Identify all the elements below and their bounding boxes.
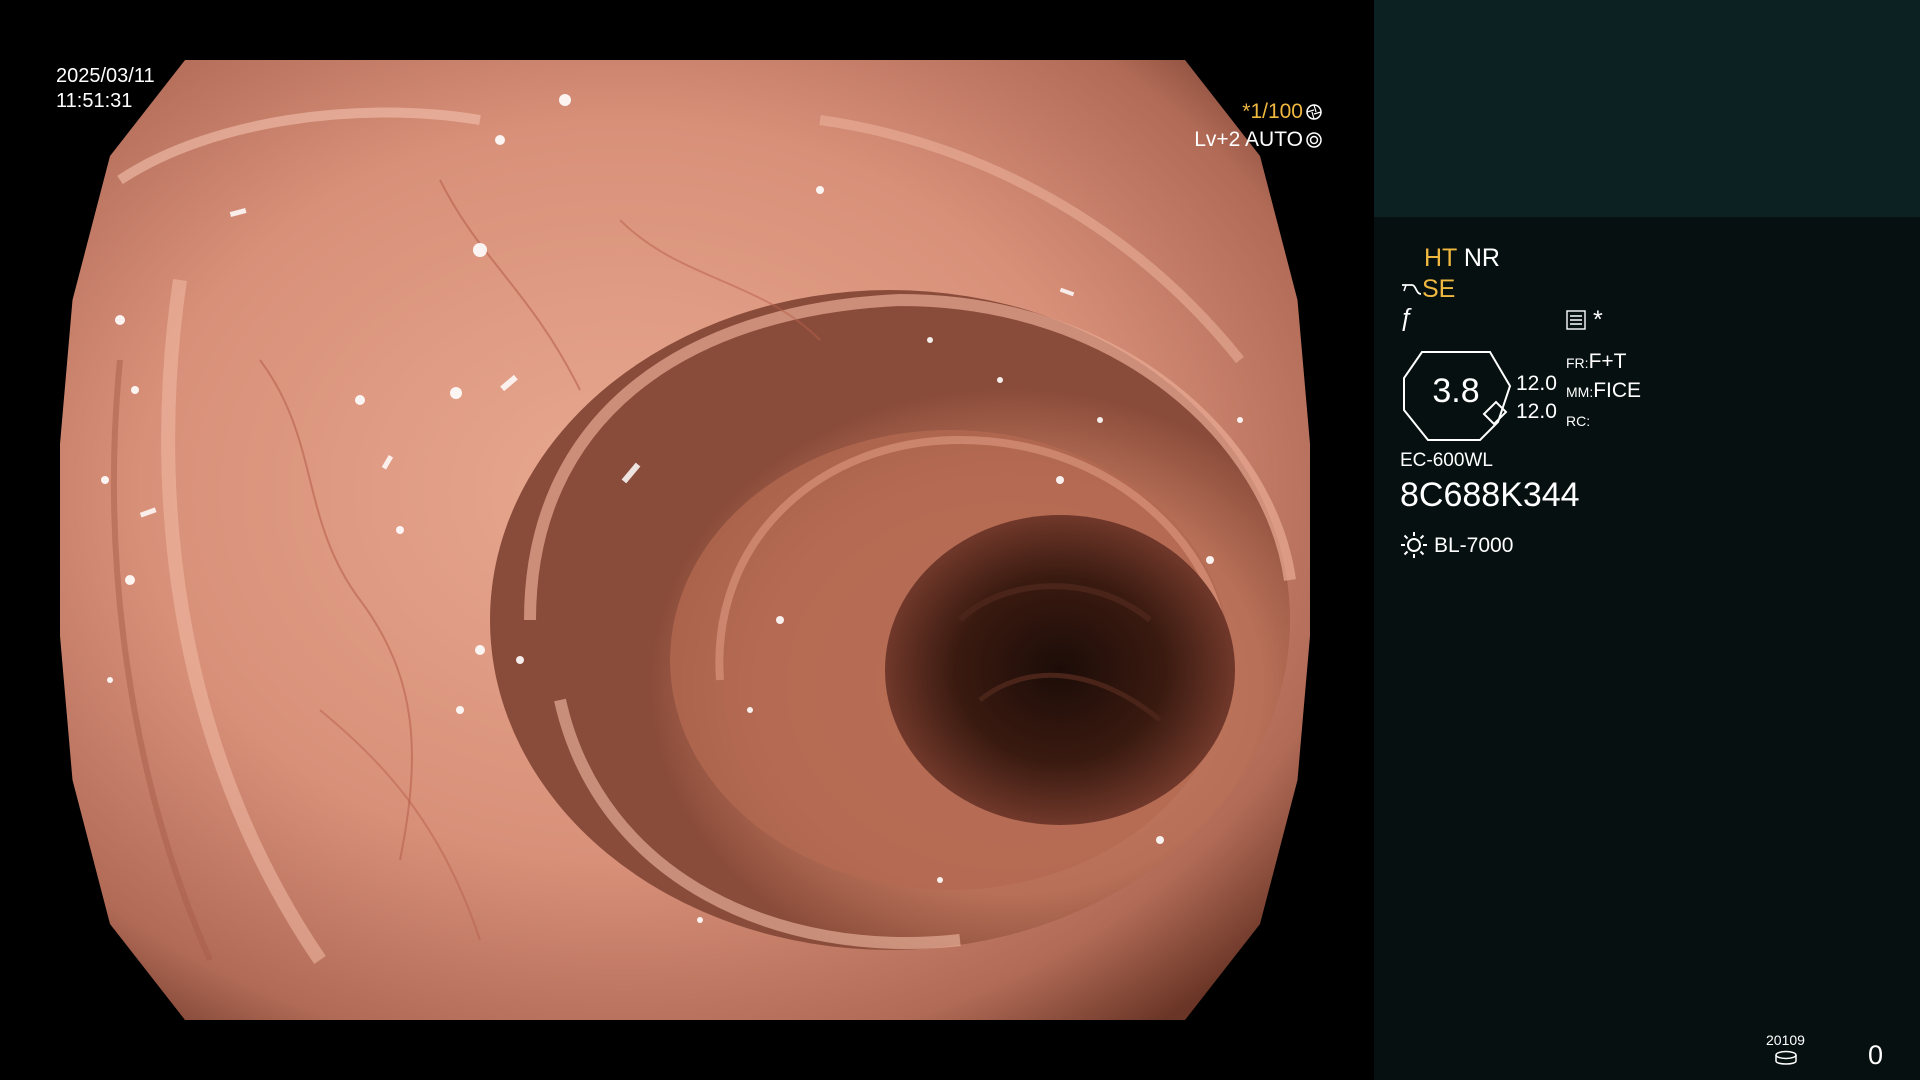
counter-label: 20109 [1766, 1032, 1805, 1048]
scope-curve-icon [1402, 284, 1422, 295]
disk-icon [1775, 1050, 1797, 1065]
f-label: ƒ [1400, 304, 1414, 332]
level-top: 12.0 [1516, 372, 1557, 395]
iris-text: Lv+2 AUTO [1194, 128, 1303, 151]
star-label: * [1592, 306, 1603, 334]
exposure-indicators: *1/100 Lv+2 AUTO [1180, 98, 1322, 154]
mm-label: MM: [1566, 384, 1594, 400]
scope-serial: 8C688K344 [1400, 476, 1580, 514]
level-values: 12.0 12.0 [1516, 370, 1557, 426]
menu-list-icon [1566, 310, 1586, 330]
fr-label: FR: [1566, 355, 1589, 371]
time-text: 11:51:31 [56, 90, 133, 112]
se-label: SE [1422, 275, 1456, 303]
iris-indicator: Lv+2 AUTO [1180, 126, 1322, 154]
shutter-indicator: *1/100 [1180, 98, 1322, 126]
iris-icon [1306, 132, 1322, 148]
level-bottom: 12.0 [1516, 400, 1557, 423]
datetime-overlay: 2025/03/11 11:51:31 [56, 64, 155, 114]
ht-nr-row: HT NR [1424, 244, 1500, 273]
shutter-icon [1306, 104, 1322, 120]
light-source-label: BL-7000 [1434, 534, 1514, 557]
endoscope-screen: 2025/03/11 11:51:31 *1/100 Lv+2 AUTO HT … [0, 0, 1920, 1080]
counter-value: 0 [1868, 1040, 1884, 1070]
light-source: BL-7000 [1400, 531, 1513, 559]
se-row: SE [1400, 275, 1455, 304]
date-text: 2025/03/11 [56, 65, 155, 87]
rc-row: RC: [1566, 406, 1641, 435]
endoscope-image [60, 60, 1310, 1020]
zoom-value: 3.8 [1432, 372, 1480, 410]
mm-value: FICE [1593, 379, 1642, 402]
menu-row: * [1566, 306, 1603, 335]
colon-lumen-image [60, 60, 1310, 1020]
mm-row: MM:FICE [1566, 377, 1641, 406]
thumbnail-area [1374, 0, 1920, 217]
fr-value: F+T [1588, 350, 1627, 373]
rc-label: RC: [1566, 413, 1591, 429]
mode-settings: FR:F+T MM:FICE RC: [1566, 348, 1641, 435]
scope-model: EC-600WL [1400, 450, 1493, 471]
info-panel: HT NR SE ƒ * 3.8 12.0 12.0 FR:F+T MM:FIC… [1374, 0, 1920, 1080]
ht-label: HT [1424, 244, 1457, 272]
f-row: ƒ [1400, 304, 1414, 333]
fr-row: FR:F+T [1566, 348, 1641, 377]
sun-icon [1401, 532, 1427, 558]
shutter-text: *1/100 [1242, 100, 1303, 123]
nr-label: NR [1463, 244, 1500, 272]
